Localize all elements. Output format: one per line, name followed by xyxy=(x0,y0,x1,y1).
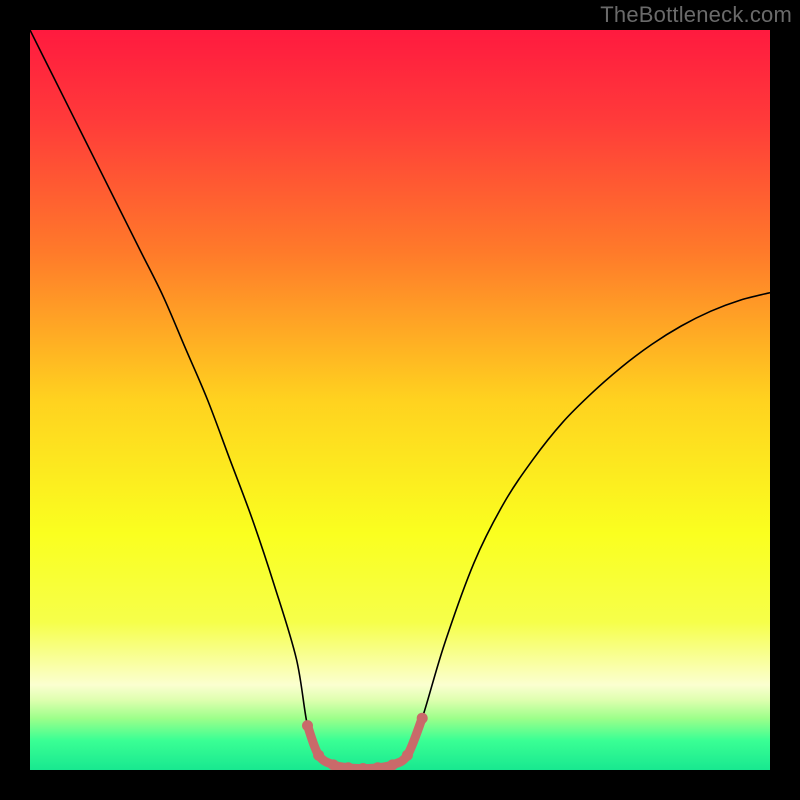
gradient-background xyxy=(30,30,770,770)
optimal-band-dot xyxy=(302,720,313,731)
optimal-band-dot xyxy=(328,759,339,770)
watermark-text: TheBottleneck.com xyxy=(600,2,792,28)
chart-frame: TheBottleneck.com xyxy=(0,0,800,800)
optimal-band-dot xyxy=(313,750,324,761)
optimal-band-dot xyxy=(402,750,413,761)
optimal-band-dot xyxy=(417,713,428,724)
optimal-band-dot xyxy=(387,759,398,770)
plot-area xyxy=(30,30,770,770)
chart-svg xyxy=(30,30,770,770)
